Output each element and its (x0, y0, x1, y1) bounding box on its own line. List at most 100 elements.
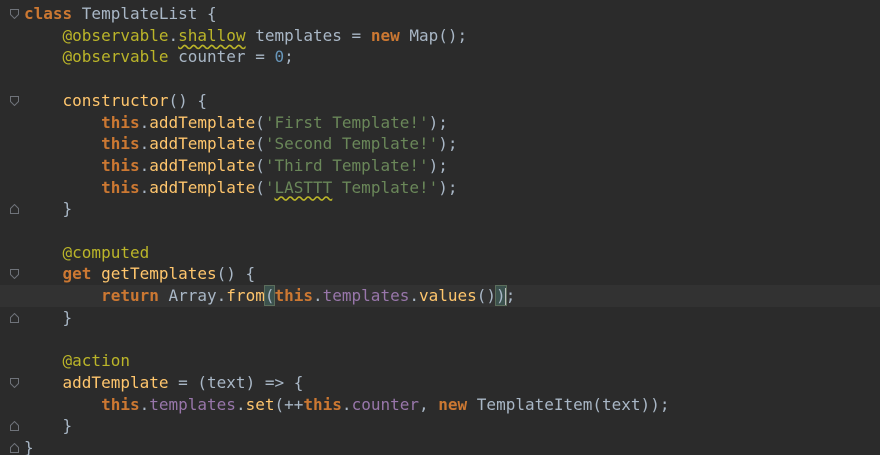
code-token: ); (428, 155, 448, 175)
code-line[interactable]: @action (0, 350, 880, 372)
code-token: this (101, 394, 140, 414)
code-token: . (409, 286, 419, 306)
code-token: this (101, 112, 140, 132)
code-token: (++ (274, 394, 304, 414)
code-token: . (341, 394, 352, 414)
code-line[interactable]: @observable counter = 0; (0, 46, 880, 68)
code-token: @observable (62, 25, 169, 45)
code-token: set (245, 394, 275, 414)
code-line-text: @computed (24, 242, 150, 264)
code-token: get (62, 264, 102, 284)
code-line[interactable]: this.addTemplate('LASTTT Template!'); (0, 177, 880, 199)
code-token: constructor (62, 90, 169, 110)
code-token: } (24, 199, 73, 219)
code-token: TemplateList { (81, 4, 217, 23)
code-token: Map(); (409, 25, 468, 45)
code-token: } (24, 307, 73, 327)
code-token: } (24, 438, 34, 455)
code-token: this (101, 177, 140, 197)
code-token: getTemplates (101, 264, 217, 284)
code-token: 0 (274, 47, 285, 67)
code-line-text: } (24, 415, 73, 437)
code-token: 'First Template!' (264, 112, 429, 132)
code-token: this (101, 155, 140, 175)
code-line[interactable]: } (0, 198, 880, 220)
code-editor[interactable]: class TemplateList { @observable.shallow… (0, 0, 880, 455)
code-token: 'Third Template!' (264, 155, 429, 175)
code-token: addTemplate (62, 372, 169, 392)
code-token: } (24, 416, 73, 436)
code-line[interactable]: class TemplateList { (0, 3, 880, 25)
code-token: . (139, 394, 150, 414)
code-token: return (101, 286, 169, 306)
code-line[interactable]: this.addTemplate('First Template!'); (0, 112, 880, 134)
code-token: () (476, 286, 497, 306)
code-line[interactable]: this.addTemplate('Third Template!'); (0, 155, 880, 177)
code-line-text: } (24, 307, 73, 329)
code-line-text: constructor() { (24, 90, 208, 112)
code-token: new (438, 394, 477, 414)
code-line[interactable]: get getTemplates() { (0, 263, 880, 285)
code-token: @computed (62, 242, 150, 262)
code-line[interactable] (0, 68, 880, 90)
code-token: ); (438, 177, 458, 197)
code-line-text: @observable.shallow templates = new Map(… (24, 25, 468, 47)
code-token: . (168, 25, 179, 45)
code-line-text: this.addTemplate('LASTTT Template!'); (24, 177, 458, 199)
code-token: templates = (245, 25, 371, 45)
code-token: = (text) => { (168, 372, 304, 392)
code-line[interactable] (0, 220, 880, 242)
code-token: TemplateItem(text)); (476, 394, 670, 414)
code-token: ); (428, 112, 448, 132)
code-token: ( (255, 134, 265, 154)
code-token: () { (216, 264, 256, 284)
code-line-text: @action (24, 350, 130, 372)
code-line[interactable]: this.templates.set(++this.counter, new T… (0, 394, 880, 416)
code-token: , (419, 394, 439, 414)
code-line-text: this.templates.set(++this.counter, new T… (24, 394, 669, 416)
code-line[interactable]: @computed (0, 242, 880, 264)
code-line-text: get getTemplates() { (24, 263, 256, 285)
code-line[interactable]: return Array.from(this.templates.values(… (0, 285, 880, 308)
code-line-text: } (24, 198, 73, 220)
code-token: ( (255, 112, 265, 132)
code-token: @action (62, 351, 130, 371)
code-line[interactable]: } (0, 307, 880, 329)
code-line[interactable]: } (0, 415, 880, 437)
code-token: addTemplate (149, 177, 256, 197)
code-token: ; (284, 47, 294, 67)
code-line-text: class TemplateList { (24, 3, 217, 25)
code-token: shallow (178, 25, 246, 45)
code-line-text: this.addTemplate('Second Template!'); (24, 133, 458, 155)
code-token: . (139, 177, 150, 197)
code-line-text: return Array.from(this.templates.values(… (24, 285, 515, 307)
code-token: values (418, 286, 477, 306)
code-line[interactable]: addTemplate = (text) => { (0, 372, 880, 394)
code-line[interactable]: @observable.shallow templates = new Map(… (0, 25, 880, 47)
code-line[interactable]: } (0, 437, 880, 455)
code-token: templates (149, 394, 236, 414)
code-token: Array. (168, 286, 227, 306)
code-token: this (101, 134, 140, 154)
code-token: new (370, 25, 410, 45)
code-token: Template!' (332, 177, 439, 197)
code-token: this (303, 394, 342, 414)
code-token: . (139, 112, 150, 132)
code-token: ); (438, 134, 458, 154)
code-line[interactable]: this.addTemplate('Second Template!'); (0, 133, 880, 155)
code-token: . (313, 286, 323, 306)
code-line[interactable]: constructor() { (0, 90, 880, 112)
code-token: class (24, 4, 82, 23)
code-token: templates (322, 286, 410, 306)
code-line[interactable] (0, 329, 880, 351)
